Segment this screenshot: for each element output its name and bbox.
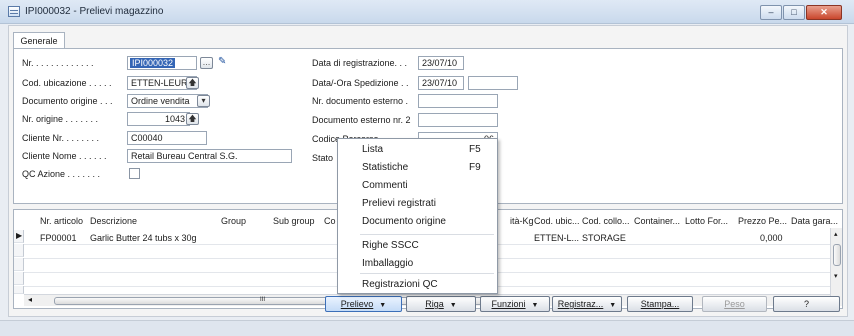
cell-ubicazione: ETTEN-L...: [534, 233, 580, 243]
col-nr-articolo[interactable]: Nr. articolo: [40, 216, 83, 226]
label-nr-origine: Nr. origine . . . . . . .: [22, 114, 99, 124]
label-stato: Stato: [312, 153, 334, 163]
dropdown-arrow-icon: ▼: [449, 302, 457, 309]
row-selector[interactable]: [14, 258, 24, 271]
dropdown-arrow-icon: ▼: [609, 302, 617, 309]
label-documento-origine: Documento origine . . .: [22, 96, 113, 106]
label-data-registrazione: Data di registrazione. . .: [312, 58, 408, 68]
lookup-button[interactable]: …: [200, 57, 213, 69]
main-window: IPI000032 - Prelievi magazzino – □ ✕ Gen…: [0, 0, 854, 336]
row-selector-current[interactable]: ▶: [14, 230, 24, 243]
edit-pencil-icon[interactable]: ✎: [218, 57, 228, 67]
help-button[interactable]: ?: [773, 296, 840, 312]
menu-item-documento-origine[interactable]: Documento origine: [362, 216, 446, 227]
scroll-up-icon[interactable]: ▴: [834, 230, 838, 238]
menu-item-registrazioni-qc[interactable]: Registrazioni QC: [362, 279, 438, 290]
close-button[interactable]: ✕: [806, 5, 842, 20]
col-cod-collo[interactable]: Cod. collo...: [582, 216, 630, 226]
cell-collo: STORAGE: [582, 233, 626, 243]
riga-button[interactable]: Riga ▼: [406, 296, 476, 312]
registraz-label: Registraz...: [557, 299, 604, 309]
maximize-button[interactable]: □: [783, 5, 805, 20]
ora-spedizione-field[interactable]: [468, 76, 518, 90]
menu-item-commenti[interactable]: Commenti: [362, 180, 408, 191]
documento-esterno-2-field[interactable]: [418, 113, 498, 127]
label-cliente-nr: Cliente Nr. . . . . . . .: [22, 133, 100, 143]
prelievo-label: Prelievo: [340, 299, 374, 309]
col-cod-ubicazione[interactable]: Cod. ubic...: [534, 216, 580, 226]
menu-separator: [360, 273, 494, 274]
label-cliente-nome: Cliente Nome . . . . . .: [22, 151, 107, 161]
dropdown-arrow-icon: ▼: [531, 302, 539, 309]
dropdown-arrow-icon[interactable]: ▾: [197, 95, 210, 107]
cliente-nome-field[interactable]: Retail Bureau Central S.G.: [127, 149, 292, 163]
menu-item-lista[interactable]: Lista: [362, 144, 383, 155]
nr-value: IPI000032: [130, 58, 176, 68]
peso-label: Peso: [724, 299, 745, 309]
registraz-button[interactable]: Registraz... ▼: [552, 296, 622, 312]
label-nr: Nr. . . . . . . . . . . . .: [22, 58, 94, 68]
nr-field[interactable]: IPI000032: [127, 56, 197, 70]
arrow-up-icon[interactable]: 🡅: [186, 113, 199, 125]
scroll-left-icon[interactable]: ◂: [28, 295, 32, 304]
col-group[interactable]: Group: [221, 216, 246, 226]
cliente-nr-field[interactable]: C00040: [127, 131, 207, 145]
cell-description: Garlic Butter 24 tubs x 30g: [90, 233, 197, 243]
stampa-label: Stampa...: [640, 299, 680, 309]
label-nr-documento-esterno: Nr. documento esterno .: [312, 96, 409, 106]
title-bar: IPI000032 - Prelievi magazzino – □ ✕: [0, 0, 854, 24]
data-registrazione-field[interactable]: 23/07/10: [418, 56, 464, 70]
arrow-up-icon[interactable]: 🡅: [186, 77, 199, 89]
prelievo-context-menu: Lista F5 Statistiche F9 Commenti Preliev…: [337, 138, 498, 294]
row-selector[interactable]: [14, 244, 24, 257]
label-qc-azione: QC Azione . . . . . . .: [22, 169, 101, 179]
cell-item: FP00001: [40, 233, 77, 243]
row-selector[interactable]: [14, 286, 24, 294]
vertical-scroll-thumb[interactable]: [833, 244, 841, 266]
minimize-button[interactable]: –: [760, 5, 782, 20]
dropdown-arrow-icon: ▼: [379, 302, 387, 309]
col-quantita-kg[interactable]: ità-Kg: [510, 216, 534, 226]
scroll-grip: III: [260, 297, 266, 303]
menu-item-prelievi-registrati[interactable]: Prelievi registrati: [362, 198, 436, 209]
col-prezzo-peso[interactable]: Prezzo Pe...: [738, 216, 787, 226]
cell-prezzo: 0,000: [760, 233, 783, 243]
data-spedizione-field[interactable]: 23/07/10: [418, 76, 464, 90]
col-data-garanzia[interactable]: Data gara...: [791, 216, 838, 226]
qc-azione-checkbox[interactable]: [129, 168, 140, 179]
col-sub-group[interactable]: Sub group: [273, 216, 315, 226]
current-row-arrow-icon: ▶: [16, 231, 23, 240]
nr-origine-field[interactable]: 1043: [127, 112, 190, 126]
col-co[interactable]: Co: [324, 216, 336, 226]
col-lotto-fornitore[interactable]: Lotto For...: [685, 216, 728, 226]
status-bar: [0, 320, 854, 336]
menu-separator: [360, 234, 494, 235]
shortcut-f5: F5: [469, 144, 481, 155]
menu-item-statistiche[interactable]: Statistiche: [362, 162, 408, 173]
shortcut-f9: F9: [469, 162, 481, 173]
label-cod-ubicazione: Cod. ubicazione . . . . .: [22, 78, 112, 88]
col-descrizione[interactable]: Descrizione: [90, 216, 137, 226]
documento-origine-select[interactable]: Ordine vendita: [127, 94, 208, 108]
menu-item-righe-sscc[interactable]: Righe SSCC: [362, 240, 419, 251]
label-documento-esterno-2: Documento esterno nr. 2: [312, 115, 411, 125]
app-icon: [8, 6, 20, 17]
vertical-scrollbar[interactable]: ▴ ▾: [830, 228, 842, 306]
ellipsis-icon: …: [202, 58, 211, 67]
peso-button[interactable]: Peso: [702, 296, 767, 312]
scroll-down-icon[interactable]: ▾: [834, 272, 838, 280]
window-title: IPI000032 - Prelievi magazzino: [25, 6, 164, 17]
prelievo-button[interactable]: Prelievo ▼: [325, 296, 402, 312]
tab-generale[interactable]: Generale: [13, 32, 65, 49]
nr-documento-esterno-field[interactable]: [418, 94, 498, 108]
col-container[interactable]: Container...: [634, 216, 680, 226]
stampa-button[interactable]: Stampa...: [627, 296, 693, 312]
menu-item-imballaggio[interactable]: Imballaggio: [362, 258, 413, 269]
label-data-ora-spedizione: Data/-Ora Spedizione . .: [312, 78, 409, 88]
row-selector[interactable]: [14, 272, 24, 285]
funzioni-button[interactable]: Funzioni ▼: [480, 296, 550, 312]
funzioni-label: Funzioni: [491, 299, 526, 309]
riga-label: Riga: [425, 299, 444, 309]
